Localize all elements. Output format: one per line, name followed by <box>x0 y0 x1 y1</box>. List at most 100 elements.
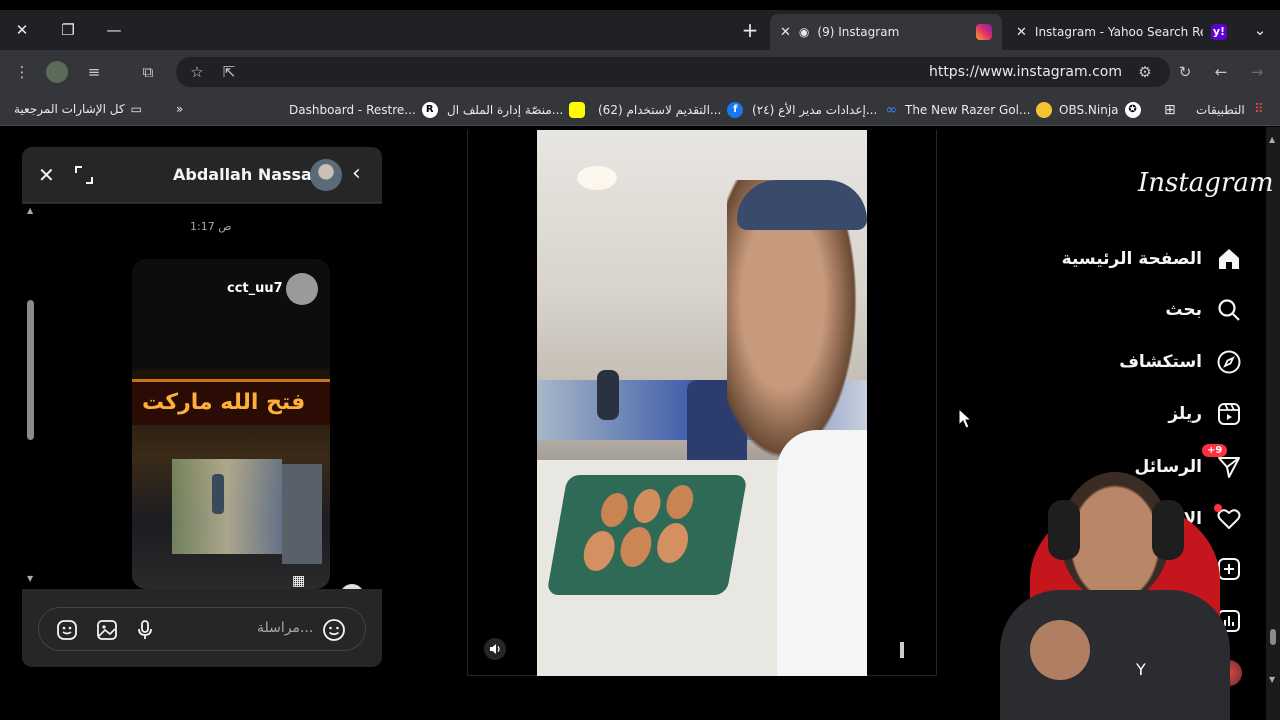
tab-groups-icon[interactable]: ⊞ <box>1164 102 1176 118</box>
nav-explore[interactable]: استكشاف <box>1119 349 1242 375</box>
site-settings-icon[interactable]: ⚙ <box>1134 61 1156 83</box>
bookmark-star-icon[interactable]: ☆ <box>186 61 208 83</box>
compass-icon <box>1217 350 1241 374</box>
all-bookmarks-button[interactable]: كل الإشارات المرجعية ▭ <box>14 102 142 116</box>
shared-post-username[interactable]: cct_uu7 <box>227 281 283 296</box>
close-window-icon[interactable]: ✕ <box>10 18 34 42</box>
folder-icon: ▭ <box>130 102 142 116</box>
shirt-logo: Y <box>1136 660 1146 679</box>
message-input-bar[interactable]: مراسلة... <box>38 607 366 651</box>
bookmarks-bar: كل الإشارات المرجعية ▭ » Dashboard - Res… <box>0 94 1280 126</box>
back-icon[interactable]: ← <box>1210 61 1232 83</box>
tab-instagram[interactable]: ✕ ◉ (9) Instagram <box>770 14 1002 50</box>
obs-icon: ✪ <box>1124 102 1141 118</box>
shop-interior <box>172 459 282 554</box>
tab-title: (9) Instagram <box>817 25 900 39</box>
person-figure <box>212 474 224 514</box>
chat-popup: ✕ Abdallah Nassar ‹ ▲ ▼ 1:17 ص cct_uu7 ف… <box>22 147 382 667</box>
shop-sign: فتح الله ماركت <box>132 379 330 425</box>
background-person-1 <box>597 370 619 420</box>
headphone-right <box>1152 500 1184 560</box>
chat-scroll-up-icon[interactable]: ▲ <box>27 206 33 215</box>
title-strip <box>0 0 1280 10</box>
media-control-icon[interactable]: ≡ <box>83 61 105 83</box>
facebook-icon: f <box>727 102 744 118</box>
bookmark-snapchat[interactable]: منصّة إدارة الملف ال... <box>447 102 586 118</box>
tab-close-icon[interactable]: ✕ <box>780 25 791 40</box>
shared-post-avatar[interactable] <box>286 273 318 305</box>
egg-carton <box>546 475 748 595</box>
bookmark-meta[interactable]: (٢٤) إعدادات مدير الأع... ∞ <box>752 102 899 118</box>
chat-scrollbar-thumb[interactable] <box>27 300 34 440</box>
sticker-icon[interactable] <box>55 618 79 642</box>
razer-icon <box>1036 102 1053 118</box>
contact-name[interactable]: Abdallah Nassar <box>173 165 320 184</box>
close-chat-icon[interactable]: ✕ <box>38 163 55 187</box>
reel-icon: ▦ <box>292 573 306 589</box>
new-tab-icon[interactable]: + <box>738 18 762 42</box>
tab-close-icon[interactable]: ✕ <box>1016 25 1027 40</box>
minimize-window-icon[interactable]: — <box>102 18 126 42</box>
apps-grid-icon: ⠿ <box>1253 102 1264 117</box>
streamer-hand <box>1030 620 1090 680</box>
gallery-icon[interactable] <box>95 618 119 642</box>
ceiling-light <box>577 166 617 190</box>
bookmark-restream[interactable]: Dashboard - Restre... R <box>289 102 438 118</box>
reels-icon <box>1218 403 1240 425</box>
extensions-icon[interactable]: ⧉ <box>137 61 159 83</box>
page-scrollbar[interactable]: ▲ ▼ <box>1266 127 1280 720</box>
bookmark-razer[interactable]: The New Razer Gol... <box>905 102 1053 118</box>
headphone-left <box>1048 500 1080 560</box>
reel-video[interactable] <box>537 130 867 676</box>
restream-icon: R <box>421 102 438 118</box>
forward-icon[interactable]: → <box>1246 61 1268 83</box>
message-timestamp: 1:17 ص <box>190 220 232 233</box>
profile-avatar-icon[interactable] <box>46 61 68 83</box>
instagram-favicon-icon <box>976 24 992 40</box>
bookmark-apps[interactable]: التطبيقات ⠿ <box>1196 102 1267 118</box>
scroll-down-icon[interactable]: ▼ <box>1269 675 1275 684</box>
tab-title: Instagram - Yahoo Search Resul <box>1034 25 1203 39</box>
contact-avatar[interactable] <box>310 159 342 191</box>
chat-messages: ▲ ▼ 1:17 ص cct_uu7 فتح الله ماركت ▦ <box>22 204 382 589</box>
instagram-logo[interactable]: Instagram <box>1138 168 1274 198</box>
tab-search-icon[interactable]: ⌄ <box>1248 18 1272 42</box>
chat-header: ✕ Abdallah Nassar ‹ <box>22 147 382 203</box>
shared-post-image: فتح الله ماركت <box>132 369 330 589</box>
webcam-overlay: Y <box>960 460 1250 720</box>
tab-yahoo[interactable]: ✕ Instagram - Yahoo Search Resul y! <box>1006 14 1242 50</box>
address-bar[interactable]: ☆ ⇱ https://www.instagram.com ⚙ <box>176 57 1170 87</box>
reload-icon[interactable]: ↻ <box>1174 61 1196 83</box>
scroll-up-icon[interactable]: ▲ <box>1269 135 1275 144</box>
nav-reels[interactable]: ريلز <box>1168 401 1242 427</box>
seen-avatar <box>340 584 364 589</box>
man-cap <box>737 180 867 230</box>
microphone-icon[interactable] <box>133 618 157 642</box>
browser-toolbar: ⋮ ≡ ⧉ ☆ ⇱ https://www.instagram.com ⚙ ↻ … <box>0 50 1280 94</box>
emoji-icon[interactable] <box>321 617 347 643</box>
menu-icon[interactable]: ⋮ <box>11 61 33 83</box>
expand-chat-icon[interactable] <box>74 165 94 185</box>
back-chevron-icon[interactable]: ‹ <box>352 161 361 186</box>
bookmarks-overflow-icon[interactable]: » <box>176 102 183 116</box>
bookmark-facebook[interactable]: (62) التقديم لاستخدام... f <box>598 102 744 118</box>
nav-home[interactable]: الصفحة الرئيسية <box>1062 246 1242 272</box>
restore-window-icon[interactable]: ❐ <box>56 18 80 42</box>
bookmark-obs-ninja[interactable]: OBS.Ninja ✪ <box>1059 102 1141 118</box>
install-app-icon[interactable]: ⇱ <box>218 61 240 83</box>
scrollbar-thumb[interactable] <box>1270 629 1276 645</box>
snapchat-icon <box>569 102 586 118</box>
url-text: https://www.instagram.com <box>928 64 1122 80</box>
search-icon <box>1218 299 1240 321</box>
video-indicator <box>900 642 904 658</box>
browser-tab-bar: ✕ ❐ — + ✕ ◉ (9) Instagram ✕ Instagram - … <box>0 10 1280 50</box>
audio-toggle-icon[interactable] <box>484 638 506 660</box>
messages-badge: +9 <box>1202 444 1228 457</box>
chat-scroll-down-icon[interactable]: ▼ <box>27 574 33 583</box>
man-shirt <box>777 430 867 676</box>
nav-search[interactable]: بحث <box>1165 297 1242 323</box>
tab-audio-icon[interactable]: ◉ <box>799 25 809 39</box>
message-input[interactable]: مراسلة... <box>257 620 313 636</box>
shared-post-card[interactable]: cct_uu7 فتح الله ماركت ▦ <box>132 259 330 589</box>
chat-scrollbar[interactable]: ▲ ▼ <box>26 204 36 589</box>
